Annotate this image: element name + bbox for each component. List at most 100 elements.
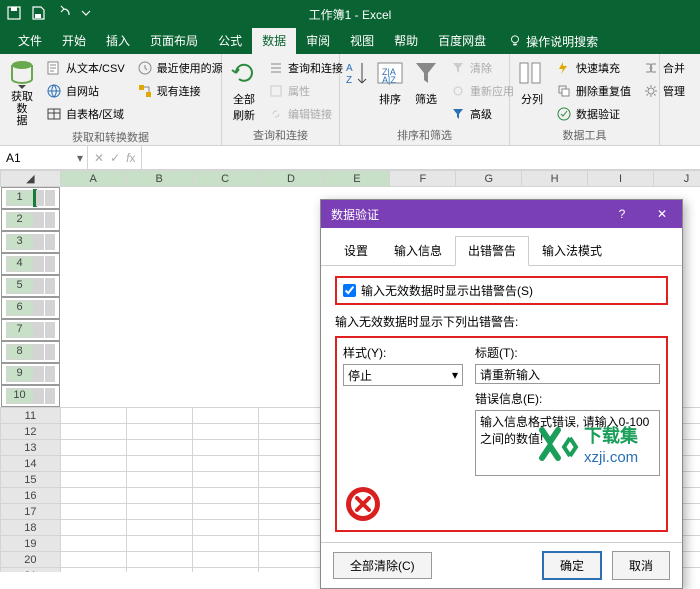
consolidate-button[interactable]: 合并 <box>639 57 689 78</box>
formula-input[interactable] <box>142 146 700 169</box>
refresh-all-button[interactable]: 全部刷新 <box>228 57 260 124</box>
name-box[interactable]: A1 ▾ <box>0 146 88 169</box>
dialog-tab-error[interactable]: 出错警告 <box>455 236 529 266</box>
properties-button[interactable]: 属性 <box>264 80 347 101</box>
advanced-filter-button[interactable]: 高级 <box>446 103 518 124</box>
col-header[interactable]: D <box>258 171 324 187</box>
edit-links-button[interactable]: 编辑链接 <box>264 103 347 124</box>
tab-insert[interactable]: 插入 <box>96 28 140 54</box>
fx-icon[interactable]: fx <box>126 151 135 165</box>
tab-data[interactable]: 数据 <box>252 28 296 54</box>
dialog-help-button[interactable]: ? <box>602 200 642 228</box>
row-header[interactable]: 19 <box>1 536 61 552</box>
col-header[interactable]: H <box>522 171 588 187</box>
data-validation-button[interactable]: 数据验证 <box>552 103 635 124</box>
sort-button[interactable]: Z|AA|Z排序 <box>374 57 406 124</box>
tell-me-label: 操作说明搜索 <box>526 33 598 50</box>
show-error-checkbox[interactable]: 输入无效数据时显示出错警告(S) <box>343 282 660 299</box>
tab-pagelayout[interactable]: 页面布局 <box>140 28 208 54</box>
row-header[interactable]: 10 <box>6 388 34 404</box>
sort-az-icon: AZ <box>342 57 374 89</box>
clear-all-button[interactable]: 全部清除(C) <box>333 552 432 579</box>
row-header[interactable]: 15 <box>1 472 61 488</box>
dialog-titlebar[interactable]: 数据验证 ? ✕ <box>321 200 682 228</box>
dialog-tab-ime[interactable]: 输入法模式 <box>529 236 615 265</box>
col-header[interactable]: B <box>126 171 192 187</box>
title-input[interactable] <box>475 364 660 384</box>
dialog-close-button[interactable]: ✕ <box>642 200 682 228</box>
col-header[interactable]: C <box>192 171 258 187</box>
get-data-button[interactable]: 获取数 据 <box>6 57 38 127</box>
row-header[interactable]: 11 <box>1 408 61 424</box>
refresh-icon <box>228 57 260 89</box>
row-header[interactable]: 16 <box>1 488 61 504</box>
globe-icon <box>46 83 62 99</box>
col-header[interactable]: J <box>654 171 700 187</box>
tab-help[interactable]: 帮助 <box>384 28 428 54</box>
col-header[interactable]: E <box>324 171 390 187</box>
reapply-button[interactable]: 重新应用 <box>446 80 518 101</box>
select-all-corner[interactable]: ◢ <box>1 171 61 187</box>
tab-view[interactable]: 视图 <box>340 28 384 54</box>
show-error-checkbox-input[interactable] <box>343 284 356 297</box>
col-header[interactable]: F <box>390 171 456 187</box>
cancel-button[interactable]: 取消 <box>612 551 670 580</box>
existing-connections-button[interactable]: 现有连接 <box>133 80 227 101</box>
lightbulb-icon <box>508 34 522 48</box>
row-header[interactable]: 21 <box>1 568 61 573</box>
row-header[interactable]: 17 <box>1 504 61 520</box>
remove-duplicates-button[interactable]: 删除重复值 <box>552 80 635 101</box>
filter-icon <box>410 57 442 89</box>
recent-sources-button[interactable]: 最近使用的源 <box>133 57 227 78</box>
row-header[interactable]: 9 <box>6 366 34 382</box>
tab-file[interactable]: 文件 <box>8 28 52 54</box>
tab-baidu[interactable]: 百度网盘 <box>428 28 496 54</box>
row-header[interactable]: 3 <box>6 234 34 250</box>
cancel-formula-icon[interactable]: ✕ <box>94 151 104 165</box>
from-range-button[interactable]: 自表格/区域 <box>42 103 129 124</box>
message-field-label: 错误信息(E): <box>475 390 660 407</box>
row-header[interactable]: 1 <box>6 190 34 206</box>
style-select[interactable]: 停止 ▾ <box>343 364 463 386</box>
enter-formula-icon[interactable]: ✓ <box>110 151 120 165</box>
row-header[interactable]: 5 <box>6 278 34 294</box>
tab-home[interactable]: 开始 <box>52 28 96 54</box>
from-csv-button[interactable]: 从文本/CSV <box>42 57 129 78</box>
row-header[interactable]: 12 <box>1 424 61 440</box>
row-header[interactable]: 18 <box>1 520 61 536</box>
row-header[interactable]: 8 <box>6 344 34 360</box>
text-to-columns-button[interactable]: 分列 <box>516 57 548 124</box>
undo-icon[interactable] <box>54 5 70 24</box>
col-header[interactable]: A <box>60 171 126 187</box>
save-icon[interactable] <box>30 5 46 24</box>
dialog-tab-settings[interactable]: 设置 <box>331 236 381 265</box>
flash-icon <box>556 60 572 76</box>
list-icon <box>268 60 284 76</box>
ok-button[interactable]: 确定 <box>542 551 602 580</box>
row-header[interactable]: 6 <box>6 300 34 316</box>
message-textarea[interactable]: 输入信息格式错误, 请输入0-100之间的数值! <box>475 410 660 476</box>
row-header[interactable]: 7 <box>6 322 34 338</box>
tab-review[interactable]: 审阅 <box>296 28 340 54</box>
sort-az-button[interactable]: AZ <box>346 57 370 124</box>
col-header[interactable]: I <box>588 171 654 187</box>
tab-formulas[interactable]: 公式 <box>208 28 252 54</box>
row-header[interactable]: 20 <box>1 552 61 568</box>
col-header[interactable]: G <box>456 171 522 187</box>
dialog-tab-input[interactable]: 输入信息 <box>381 236 455 265</box>
qat-dropdown-icon[interactable] <box>78 5 94 24</box>
clear-filter-button[interactable]: 清除 <box>446 57 518 78</box>
manage-button[interactable]: 管理 <box>639 80 689 101</box>
chevron-down-icon[interactable]: ▾ <box>77 151 83 165</box>
from-web-button[interactable]: 自网站 <box>42 80 129 101</box>
autosave-icon[interactable] <box>6 5 22 24</box>
queries-button[interactable]: 查询和连接 <box>264 57 347 78</box>
row-header[interactable]: 14 <box>1 456 61 472</box>
flash-fill-button[interactable]: 快速填充 <box>552 57 635 78</box>
tell-me-search[interactable]: 操作说明搜索 <box>508 33 598 50</box>
filter-button[interactable]: 筛选 <box>410 57 442 124</box>
chevron-down-icon: ▾ <box>452 368 458 382</box>
row-header[interactable]: 4 <box>6 256 34 272</box>
row-header[interactable]: 13 <box>1 440 61 456</box>
row-header[interactable]: 2 <box>6 212 34 228</box>
